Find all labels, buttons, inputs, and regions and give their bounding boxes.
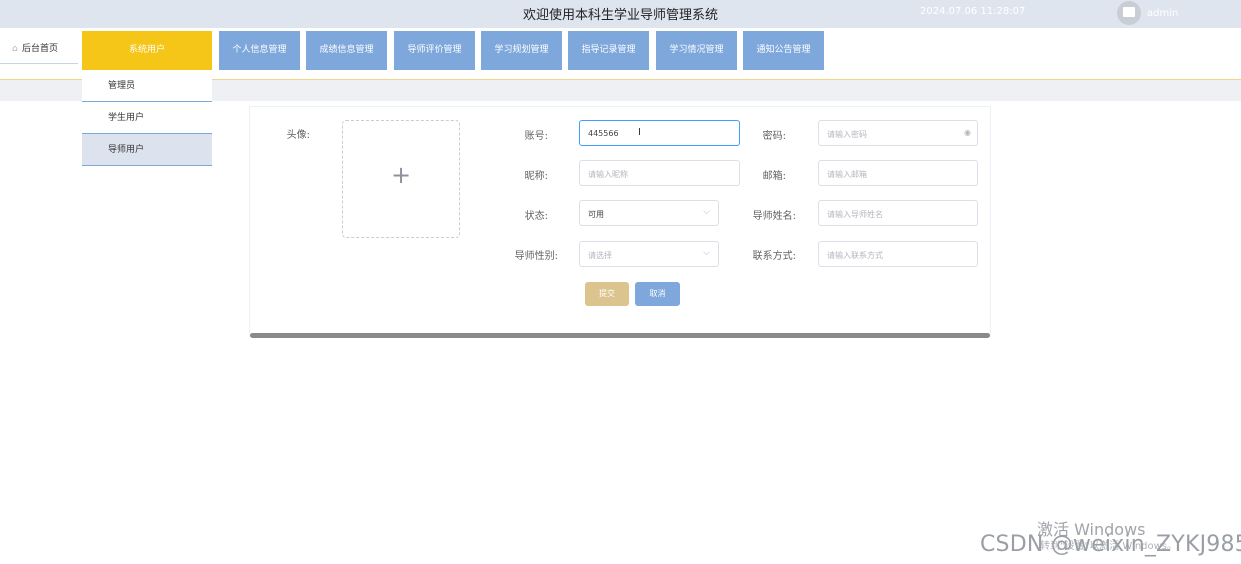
tutor-name-label: 导师姓名:: [752, 211, 796, 222]
avatar-image-icon[interactable]: [1117, 1, 1141, 25]
menu-tutor-evaluation[interactable]: 导师评价管理: [394, 31, 475, 70]
password-placeholder: 请输入密码: [827, 130, 867, 139]
email-label: 邮箱:: [762, 171, 786, 182]
tutor-name-placeholder: 请输入导师姓名: [827, 210, 883, 219]
dropdown-item-students[interactable]: 学生用户: [82, 102, 212, 134]
password-input[interactable]: 请输入密码 ◉: [818, 120, 978, 146]
username[interactable]: admin: [1147, 8, 1178, 19]
horizontal-scrollbar[interactable]: [250, 333, 990, 338]
password-label: 密码:: [762, 131, 786, 142]
chevron-down-icon: ⌵: [703, 248, 710, 258]
account-label: 账号:: [524, 131, 548, 142]
plus-icon: +: [390, 161, 412, 189]
csdn-watermark: CSDN @weixin_ZYKJ985: [980, 532, 1241, 557]
tutor-gender-select[interactable]: 请选择 ⌵: [579, 241, 719, 267]
contact-input[interactable]: 请输入联系方式: [818, 241, 978, 267]
system-title: 欢迎使用本科生学业导师管理系统: [522, 8, 718, 23]
cancel-button[interactable]: 取消: [635, 282, 680, 306]
email-input[interactable]: 请输入邮箱: [818, 160, 978, 186]
menu-grade-info[interactable]: 成绩信息管理: [306, 31, 387, 70]
status-select[interactable]: 可用 ⌵: [579, 200, 719, 226]
submit-button[interactable]: 提交: [585, 282, 629, 306]
text-cursor-icon: I: [638, 127, 641, 138]
menu-personal-info[interactable]: 个人信息管理: [219, 31, 300, 70]
status-value: 可用: [588, 210, 604, 219]
nickname-input[interactable]: 请输入昵称: [579, 160, 740, 186]
menu-notices[interactable]: 通知公告管理: [743, 31, 824, 70]
tutor-name-input[interactable]: 请输入导师姓名: [818, 200, 978, 226]
contact-placeholder: 请输入联系方式: [827, 251, 883, 260]
tutor-gender-placeholder: 请选择: [588, 251, 612, 260]
account-value: 445566: [588, 129, 619, 138]
email-placeholder: 请输入邮箱: [827, 170, 867, 179]
datetime: 2024.07.06 11:28:07: [920, 6, 1026, 17]
avatar-label: 头像:: [286, 130, 310, 141]
menu-study-status[interactable]: 学习情况管理: [656, 31, 737, 70]
contact-label: 联系方式:: [752, 251, 796, 262]
dropdown-item-admin[interactable]: 管理员: [82, 70, 212, 102]
nickname-label: 昵称:: [524, 171, 548, 182]
status-label: 状态:: [524, 211, 548, 222]
nickname-placeholder: 请输入昵称: [588, 170, 628, 179]
menu-system-users[interactable]: 系统用户: [82, 31, 212, 70]
home-link[interactable]: ⌂ 后台首页: [0, 32, 78, 64]
menu-study-plan[interactable]: 学习规划管理: [481, 31, 562, 70]
menu-guidance-records[interactable]: 指导记录管理: [568, 31, 649, 70]
home-icon: ⌂: [12, 44, 18, 54]
account-input[interactable]: 445566 I: [579, 120, 740, 146]
home-label: 后台首页: [22, 44, 59, 54]
top-header: 欢迎使用本科生学业导师管理系统 2024.07.06 11:28:07 admi…: [0, 0, 1241, 28]
eye-icon[interactable]: ◉: [964, 128, 971, 137]
system-users-dropdown: 管理员 学生用户 导师用户: [82, 70, 212, 166]
tutor-gender-label: 导师性别:: [514, 251, 558, 262]
avatar-upload[interactable]: +: [342, 120, 460, 238]
dropdown-item-tutors[interactable]: 导师用户: [82, 134, 212, 166]
chevron-down-icon: ⌵: [703, 207, 710, 217]
